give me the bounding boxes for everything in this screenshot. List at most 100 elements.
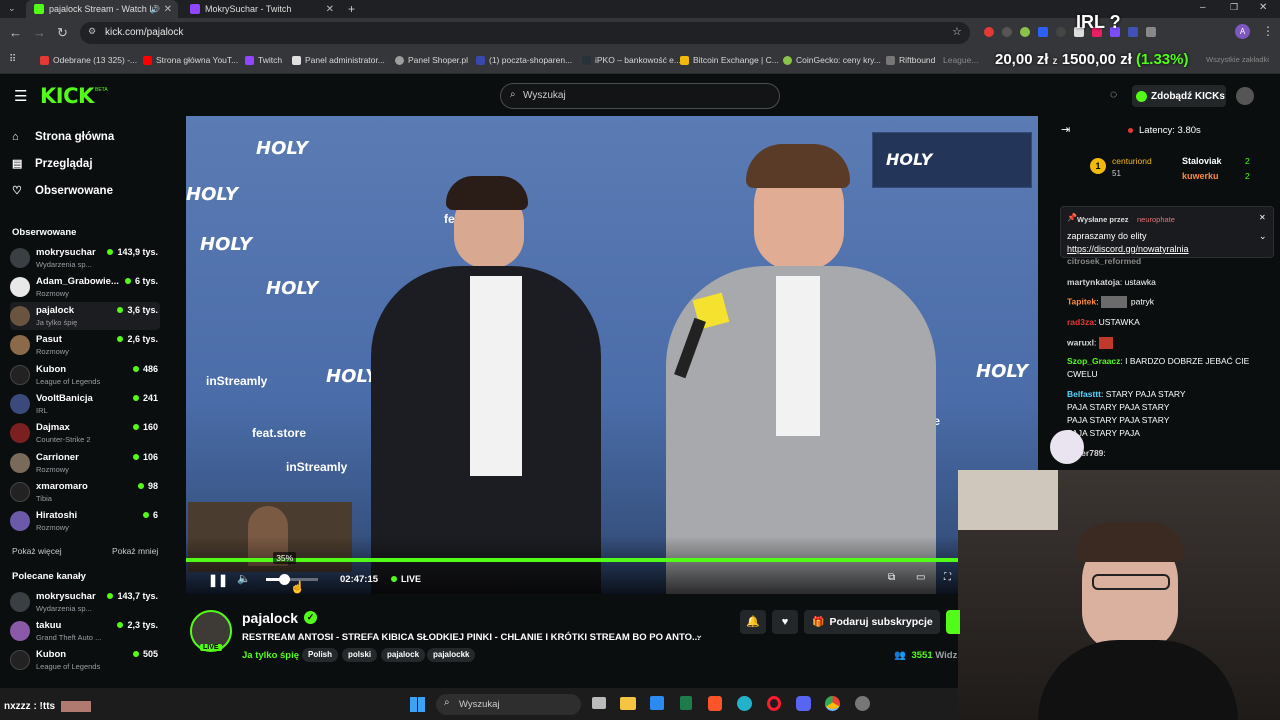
tab-kick[interactable]: pajalock Stream - Watch Li 🔊 ✕ <box>26 0 178 18</box>
pause-icon[interactable]: ❚❚ <box>208 573 228 587</box>
channel-item[interactable]: xmaromaro Tibia 98 <box>10 478 160 506</box>
channel-item[interactable]: VooltBanicja IRL 241 <box>10 390 160 418</box>
live-indicator[interactable]: LIVE <box>391 574 421 584</box>
channel-item[interactable]: takuu Grand Theft Auto ... 2,3 tys. <box>10 617 160 645</box>
subscribe-button[interactable] <box>946 610 960 634</box>
minimize-icon[interactable]: – <box>1200 2 1206 13</box>
forward-arrow-icon[interactable]: → <box>33 25 46 40</box>
tag[interactable]: Polish <box>302 648 339 662</box>
apps-grid-icon[interactable]: ⠿ <box>9 54 16 65</box>
tab-list-chevron-icon[interactable]: ⌄ <box>8 3 16 14</box>
show-more-link[interactable]: Pokaż więcej <box>12 546 62 556</box>
puzzle-icon[interactable] <box>1146 27 1156 37</box>
close-window-icon[interactable]: ✕ <box>1259 2 1267 13</box>
theater-mode-icon[interactable]: ▭ <box>916 572 925 583</box>
menu-dots-icon[interactable]: ⋮ <box>1262 24 1274 38</box>
channel-item[interactable]: Adam_Grabowie... Rozmowy 6 tys. <box>10 273 160 301</box>
all-bookmarks[interactable]: Wszystkie zakładki <box>1206 55 1269 64</box>
pinned-link[interactable]: https://discord.gg/nowatyralnia <box>1067 244 1189 254</box>
channel-item[interactable]: Kubon League of Legends 505 <box>10 646 160 674</box>
task-view-icon[interactable] <box>592 697 606 709</box>
title-expand-chevron-icon[interactable]: ⌄ <box>695 630 703 641</box>
fullscreen-icon[interactable]: ⛶ <box>944 572 951 583</box>
leader-name[interactable]: kuwerku <box>1182 171 1219 181</box>
pinned-by-user[interactable]: neurophate <box>1137 215 1175 224</box>
extension-icon[interactable] <box>1002 27 1012 37</box>
bookmark-star-icon[interactable]: ☆ <box>952 25 962 38</box>
app-icon[interactable] <box>855 696 870 711</box>
channel-item[interactable]: Hiratoshi Rozmowy 6 <box>10 507 160 535</box>
seek-bar[interactable] <box>186 558 958 562</box>
hamburger-menu-icon[interactable]: ☰ <box>14 87 27 105</box>
tag[interactable]: pajalockk <box>427 648 476 662</box>
nav-home[interactable]: ⌂ Strona główna <box>12 131 114 143</box>
reload-icon[interactable]: ↻ <box>57 25 68 41</box>
app-icon[interactable] <box>680 696 692 710</box>
omnibox[interactable]: ⚙ kick.com/pajalock ☆ <box>80 22 970 44</box>
opera-browser-icon[interactable] <box>767 696 781 711</box>
extension-icon[interactable] <box>984 27 994 37</box>
unpin-icon[interactable]: ✕ <box>1259 213 1266 222</box>
nav-following[interactable]: ♡ Obserwowane <box>12 184 113 198</box>
bookmark-item[interactable]: Odebrane (13 325) -... <box>40 55 137 65</box>
kick-logo[interactable]: KICK <box>40 84 94 108</box>
channel-name[interactable]: pajalock <box>242 610 298 626</box>
expand-chevron-icon[interactable]: ⌄ <box>1259 231 1267 242</box>
channel-item-selected[interactable]: pajalock Ja tylko śpię 3,6 tys. <box>10 302 160 330</box>
channel-item[interactable]: mokrysuchar Wydarzenia sp... 143,9 tys. <box>10 244 160 272</box>
chrome-browser-icon[interactable] <box>825 696 840 711</box>
back-arrow-icon[interactable]: ← <box>9 25 22 40</box>
tab-twitch[interactable]: MokrySuchar - Twitch ✕ <box>182 0 340 18</box>
user-avatar[interactable] <box>1236 87 1254 105</box>
tag[interactable]: polski <box>342 648 378 662</box>
bookmark-item[interactable]: (1) poczta-shoparen... <box>476 55 572 65</box>
bookmark-item[interactable]: Panel Shoper.pl <box>395 55 468 65</box>
channel-item[interactable]: mokrysuchar Wydarzenia sp... 143,7 tys. <box>10 588 160 616</box>
close-tab-icon[interactable]: ✕ <box>326 4 334 15</box>
extension-icon[interactable] <box>1128 27 1138 37</box>
extension-icon[interactable] <box>1020 27 1030 37</box>
channel-item[interactable]: Carrioner Rozmowy 106 <box>10 449 160 477</box>
tag[interactable]: pajalock <box>381 648 426 662</box>
gift-subscriptions-button[interactable]: 🎁 Podaruj subskrypcje <box>804 610 940 634</box>
new-tab-icon[interactable]: + <box>348 2 355 16</box>
pip-icon[interactable]: ⧉ <box>888 572 895 583</box>
bookmark-item[interactable]: Twitch <box>245 55 282 65</box>
extension-icon[interactable] <box>1056 27 1066 37</box>
profile-avatar-icon[interactable]: A <box>1235 24 1250 39</box>
channel-item[interactable]: Pasut Rozmowy 2,6 tys. <box>10 331 160 359</box>
search-input[interactable]: ⌕ Wyszukaj <box>500 83 780 109</box>
stream-category[interactable]: Ja tylko śpię <box>242 650 299 661</box>
site-info-icon[interactable]: ⚙ <box>88 26 96 37</box>
store-icon[interactable] <box>650 696 664 710</box>
discord-icon[interactable] <box>796 696 811 711</box>
leader-name[interactable]: Staloviak <box>1182 156 1222 166</box>
bookmark-item[interactable]: Strona główna YouT... <box>143 55 238 65</box>
bookmark-item[interactable]: Panel administrator... <box>292 55 385 65</box>
bookmark-item[interactable]: Riftbound <box>886 55 935 65</box>
leader-name[interactable]: centuriond <box>1112 156 1152 166</box>
notifications-icon[interactable]: ◌ <box>1110 87 1117 101</box>
volume-icon[interactable]: 🔈 <box>237 572 251 585</box>
follow-heart-button[interactable]: ♥ <box>772 610 798 634</box>
bookmark-item[interactable]: CoinGecko: ceny kry... <box>783 55 881 65</box>
taskbar-search[interactable]: ⌕ Wyszukaj <box>436 694 581 715</box>
brave-browser-icon[interactable] <box>708 696 722 711</box>
maximize-icon[interactable]: ❐ <box>1230 2 1238 13</box>
channel-item[interactable]: Kubon League of Legends 486 <box>10 361 160 389</box>
collapse-chat-icon[interactable]: ⇥ <box>1061 123 1070 136</box>
video-player[interactable]: HOLY HOLY HOLY HOLY HOLY HOLY HOLY inStr… <box>186 116 1038 594</box>
extension-icon[interactable] <box>1038 27 1048 37</box>
notification-bell-button[interactable]: 🔔 <box>740 610 766 634</box>
file-explorer-icon[interactable] <box>620 697 636 710</box>
nav-browse[interactable]: ▤ Przeglądaj <box>12 157 93 171</box>
bookmark-item[interactable]: Bitcoin Exchange | C... <box>680 55 779 65</box>
get-kicks-button[interactable]: Zdobądź KICKs <box>1132 85 1226 107</box>
edge-browser-icon[interactable] <box>737 696 752 711</box>
windows-start-icon[interactable] <box>410 697 425 712</box>
audio-icon[interactable]: 🔊 <box>150 5 160 14</box>
channel-item[interactable]: Dajmax Counter-Strike 2 160 <box>10 419 160 447</box>
close-tab-icon[interactable]: ✕ <box>164 4 172 15</box>
pinned-message[interactable]: 📌 Wysłane przez neurophate zapraszamy do… <box>1060 206 1274 258</box>
bookmark-item[interactable]: iPKO – bankowość e... <box>582 55 681 65</box>
